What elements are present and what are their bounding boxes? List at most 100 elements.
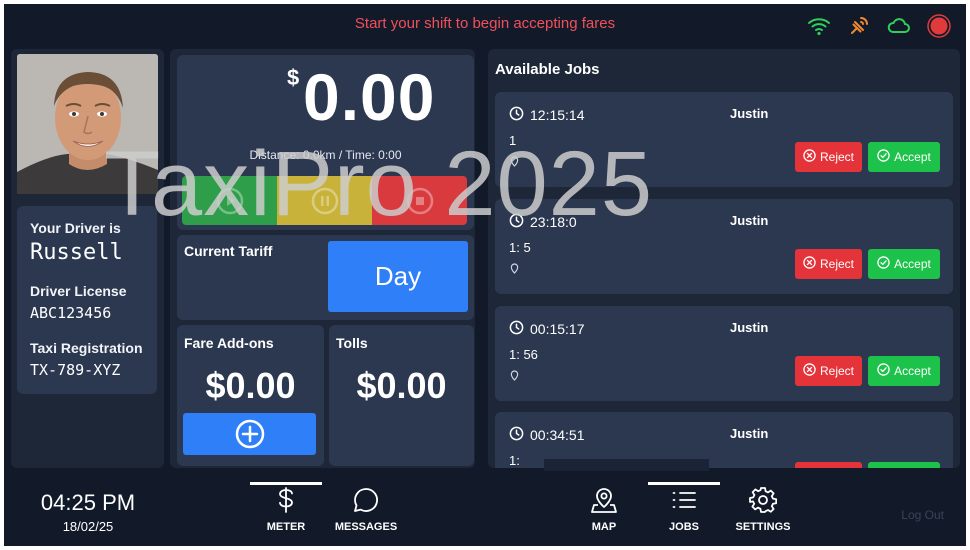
jobs-title: Available Jobs: [495, 61, 600, 78]
job-card: 12:15:14 Justin 1 Reject Accept: [495, 92, 953, 187]
message-icon: [354, 488, 378, 512]
driver-license-value: ABC123456: [30, 304, 112, 322]
meter-active-indicator: [250, 482, 322, 485]
nav-messages[interactable]: MESSAGES: [326, 486, 406, 533]
check-icon: [877, 256, 890, 272]
taxi-registration-value: TX-789-XYZ: [30, 361, 121, 379]
bottom-bar: 04:25 PM 18/02/25 METER MESSAGES MAP JOB…: [4, 472, 966, 546]
job-card: 00:15:17 Justin 1: 56 Reject Accept: [495, 306, 953, 401]
location-pin-icon: [510, 154, 519, 172]
add-fare-addon-button[interactable]: [183, 413, 316, 455]
accept-label: Accept: [894, 150, 931, 164]
job-time: 00:15:17: [509, 320, 585, 338]
job-customer-name: Justin: [730, 320, 769, 335]
job-time: 23:18:0: [509, 213, 577, 231]
reject-label: Reject: [819, 364, 854, 378]
job-time-value: 00:34:51: [530, 427, 585, 443]
fare-addons-label: Fare Add-ons: [184, 335, 274, 351]
jobs-active-indicator: [648, 482, 720, 485]
accept-button[interactable]: Accept: [868, 462, 940, 468]
tolls-label: Tolls: [336, 335, 368, 351]
clock-icon: [509, 426, 524, 444]
location-pin-icon: [510, 368, 519, 386]
reject-button[interactable]: Reject: [795, 249, 862, 279]
job-address: 1: 56: [509, 347, 538, 362]
fare-card: $ 0.00 Distance: 0.0km / Time: 0:00: [177, 55, 474, 230]
currency-symbol: $: [287, 65, 300, 90]
driver-panel: Your Driver is Russell Driver License AB…: [11, 49, 164, 468]
plus-circle-icon: [235, 419, 264, 449]
nav-jobs-label: JOBS: [669, 521, 699, 533]
job-customer-name: Justin: [730, 213, 769, 228]
wifi-icon: [806, 13, 832, 39]
jobs-panel: Available Jobs 12:15:14 Justin 1 Reject Acce…: [488, 49, 960, 468]
nav-messages-label: MESSAGES: [334, 521, 398, 533]
job-card: 23:18:0 Justin 1: 5 Reject Accept: [495, 199, 953, 294]
tolls-card: Tolls $0.00: [329, 325, 474, 466]
driver-info-card: Your Driver is Russell Driver License AB…: [17, 206, 157, 394]
list-icon: [672, 492, 696, 508]
accept-button[interactable]: Accept: [868, 356, 940, 386]
map-pin-icon: [591, 488, 617, 513]
reject-icon: [803, 256, 816, 272]
redacted-region: [544, 459, 709, 471]
meter-controls: [182, 176, 467, 225]
clock-icon: [509, 213, 524, 231]
clock-icon: [509, 320, 524, 338]
accept-label: Accept: [894, 364, 931, 378]
app-screen: Start your shift to begin accepting fare…: [4, 4, 966, 546]
gps-signal-icon: [846, 13, 872, 39]
job-customer-name: Justin: [730, 426, 769, 441]
accept-button[interactable]: Accept: [868, 142, 940, 172]
job-address: 1:: [509, 453, 520, 468]
job-time-value: 00:15:17: [530, 321, 585, 337]
record-icon[interactable]: [926, 13, 952, 39]
check-icon: [877, 149, 890, 165]
meter-panel: $ 0.00 Distance: 0.0km / Time: 0:00 Curr…: [170, 49, 475, 468]
start-meter-button[interactable]: [182, 176, 277, 225]
tariff-day-button[interactable]: Day: [328, 241, 468, 312]
nav-settings[interactable]: SETTINGS: [723, 486, 803, 533]
nav-meter[interactable]: METER: [246, 486, 326, 533]
logout-link[interactable]: Log Out: [901, 508, 944, 522]
clock-icon: [509, 106, 524, 124]
nav-jobs[interactable]: JOBS: [644, 486, 724, 533]
tolls-amount: $0.00: [356, 365, 447, 406]
stop-icon: [406, 187, 433, 214]
fare-addons-amount: $0.00: [205, 365, 296, 406]
reject-button[interactable]: Reject: [795, 356, 862, 386]
driver-name: Russell: [30, 240, 123, 265]
clock-time: 04:25 PM: [40, 490, 136, 515]
job-time-value: 23:18:0: [530, 214, 577, 230]
clock-date: 18/02/25: [62, 519, 114, 534]
location-pin-icon: [510, 261, 519, 279]
pause-meter-button[interactable]: [277, 176, 372, 225]
job-customer-name: Justin: [730, 106, 769, 121]
cloud-icon: [886, 13, 912, 39]
reject-button[interactable]: Reject: [795, 462, 862, 468]
reject-button[interactable]: Reject: [795, 142, 862, 172]
dollar-icon: [279, 487, 293, 513]
job-time-value: 12:15:14: [530, 107, 585, 123]
play-icon: [216, 187, 243, 214]
nav-map[interactable]: MAP: [564, 486, 644, 533]
fare-addons-card: Fare Add-ons $0.00: [177, 325, 324, 466]
driver-intro-label: Your Driver is: [30, 220, 121, 236]
status-icons: [806, 13, 952, 39]
reject-label: Reject: [819, 150, 854, 164]
job-address: 1: [509, 133, 517, 148]
fare-amount: 0.00: [303, 60, 436, 134]
tariff-label: Current Tariff: [184, 243, 273, 259]
tariff-card: Current Tariff Day: [177, 235, 474, 320]
nav-map-label: MAP: [591, 521, 617, 533]
job-time: 00:34:51: [509, 426, 585, 444]
gear-icon: [749, 487, 777, 513]
pause-icon: [311, 187, 338, 214]
nav-settings-label: SETTINGS: [735, 521, 791, 533]
accept-button[interactable]: Accept: [868, 249, 940, 279]
stop-meter-button[interactable]: [372, 176, 467, 225]
nav-meter-label: METER: [266, 521, 306, 533]
reject-label: Reject: [819, 257, 854, 271]
reject-icon: [803, 149, 816, 165]
accept-label: Accept: [894, 257, 931, 271]
